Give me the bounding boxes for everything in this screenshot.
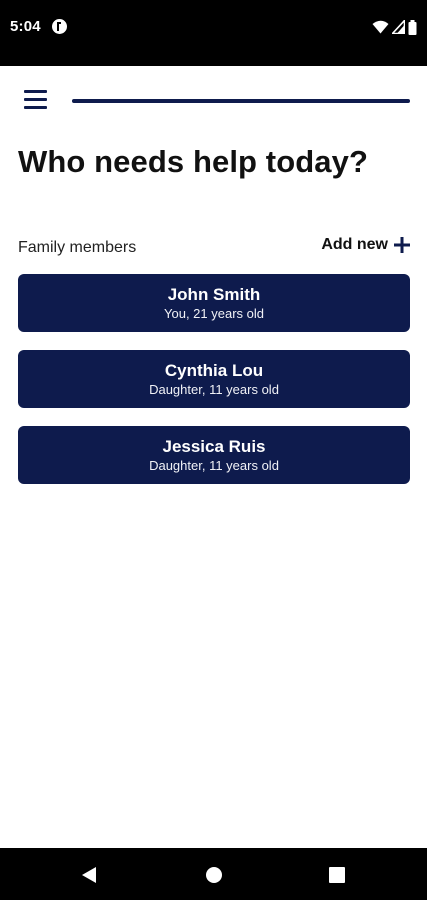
status-time: 5:04: [10, 18, 41, 35]
back-icon[interactable]: [80, 866, 98, 884]
page-title: Who needs help today?: [18, 144, 369, 179]
member-name: Cynthia Lou: [164, 361, 264, 380]
member-card-john-smith[interactable]: John Smith You, 21 years old: [18, 274, 410, 332]
member-card-cynthia-lou[interactable]: Cynthia Lou Daughter, 11 years old: [18, 350, 410, 408]
status-icons: [372, 18, 417, 36]
status-bar: 5:04: [0, 0, 427, 66]
app-notification-icon: [52, 19, 67, 34]
wifi-icon: [372, 20, 389, 34]
progress-bar: [72, 99, 410, 103]
member-card-jessica-ruis[interactable]: Jessica Ruis Daughter, 11 years old: [18, 426, 410, 484]
add-new-label: Add new: [321, 236, 388, 253]
member-name: Jessica Ruis: [162, 437, 266, 456]
member-description: Daughter, 11 years old: [149, 458, 279, 473]
member-name: John Smith: [167, 285, 261, 304]
battery-icon: [408, 19, 417, 35]
member-list: John Smith You, 21 years old Cynthia Lou…: [18, 274, 410, 502]
app-screen: Who needs help today? Family members Add…: [0, 66, 427, 848]
navigation-bar: [0, 848, 427, 900]
plus-icon: [394, 237, 410, 253]
progress-fill: [72, 99, 410, 103]
family-members-header: Family members Add new: [18, 236, 410, 260]
section-label: Family members: [18, 239, 137, 256]
cell-signal-icon: [392, 20, 405, 34]
member-description: Daughter, 11 years old: [149, 382, 279, 397]
recents-icon[interactable]: [328, 866, 346, 884]
hamburger-menu-icon[interactable]: [24, 88, 48, 112]
home-icon[interactable]: [205, 866, 223, 884]
add-new-button[interactable]: Add new: [321, 236, 410, 254]
member-description: You, 21 years old: [164, 306, 264, 321]
